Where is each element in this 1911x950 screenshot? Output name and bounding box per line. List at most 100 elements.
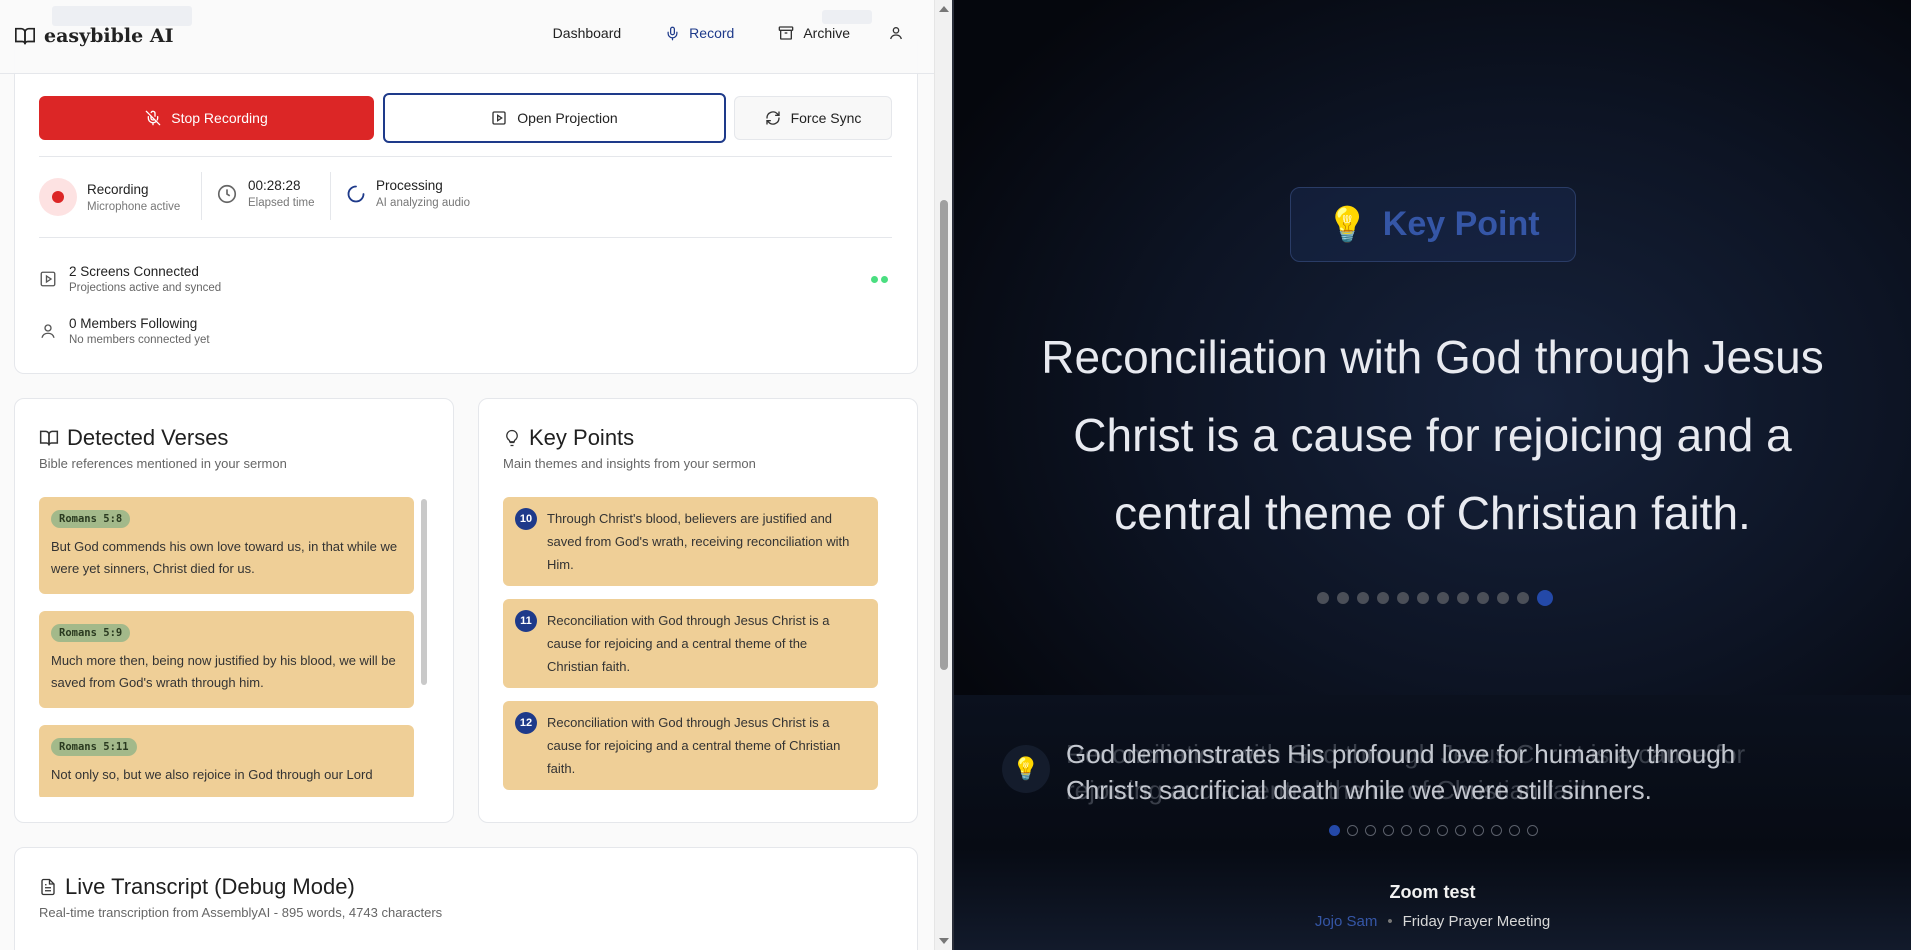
key-point-item[interactable]: 10 Through Christ's blood, believers are… bbox=[503, 497, 878, 586]
slide-dot[interactable] bbox=[1357, 592, 1369, 604]
force-sync-label: Force Sync bbox=[790, 110, 862, 126]
screens-connected-title: 2 Screens Connected bbox=[69, 264, 199, 279]
scroll-up-arrow-icon[interactable] bbox=[939, 6, 949, 12]
key-points-subtitle: Main themes and insights from your sermo… bbox=[503, 456, 756, 471]
live-transcript-subtitle: Real-time transcription from AssemblyAI … bbox=[39, 905, 443, 920]
key-points-heading: Key Points bbox=[503, 425, 634, 451]
projection-display: 💡 Key Point Reconciliation with God thro… bbox=[954, 0, 1911, 950]
slide-dot[interactable] bbox=[1437, 825, 1448, 836]
force-sync-button[interactable]: Force Sync bbox=[734, 96, 892, 140]
connection-status-dots bbox=[871, 276, 888, 283]
play-square-icon bbox=[492, 111, 506, 125]
slide-dot[interactable] bbox=[1383, 825, 1394, 836]
document-icon bbox=[41, 878, 55, 896]
open-projection-button[interactable]: Open Projection bbox=[383, 93, 726, 143]
slide-dot[interactable] bbox=[1473, 825, 1484, 836]
clock-icon bbox=[217, 184, 237, 203]
service-name: Friday Prayer Meeting bbox=[1402, 913, 1551, 930]
screen-play-icon bbox=[40, 271, 56, 287]
slide-dot[interactable] bbox=[1365, 825, 1376, 836]
service-meta: Jojo Sam • Friday Prayer Meeting bbox=[954, 913, 1911, 930]
brand-name: easybible AI bbox=[44, 25, 174, 47]
slide-dot[interactable] bbox=[1377, 592, 1389, 604]
slide-dot[interactable] bbox=[1477, 592, 1489, 604]
slide-dot[interactable] bbox=[1401, 825, 1412, 836]
refresh-icon bbox=[765, 111, 780, 125]
processing-status-title: Processing bbox=[376, 178, 443, 193]
recording-status: Recording Microphone active bbox=[39, 178, 180, 216]
lower-slide-indicator bbox=[1329, 825, 1538, 836]
live-transcript-title: Live Transcript (Debug Mode) bbox=[65, 874, 355, 899]
verse-item[interactable]: Romans 5:11 Not only so, but we also rej… bbox=[39, 725, 414, 797]
slide-dot[interactable] bbox=[1517, 592, 1529, 604]
key-point-number: 11 bbox=[515, 610, 537, 632]
slide-dot[interactable] bbox=[1437, 592, 1449, 604]
verse-item[interactable]: Romans 5:9 Much more then, being now jus… bbox=[39, 611, 414, 708]
slide-dot[interactable] bbox=[1491, 825, 1502, 836]
nav-dashboard-link[interactable]: Dashboard bbox=[553, 25, 622, 41]
nav-archive-link[interactable]: Archive bbox=[778, 25, 850, 41]
slide-dot[interactable] bbox=[1397, 592, 1409, 604]
slide-dot[interactable] bbox=[1527, 825, 1538, 836]
stop-recording-label: Stop Recording bbox=[171, 110, 268, 126]
verses-scrollbar[interactable] bbox=[421, 499, 427, 685]
scrollbar-thumb[interactable] bbox=[940, 200, 948, 670]
lightbulb-icon: 💡 bbox=[1326, 205, 1369, 244]
mic-icon bbox=[667, 26, 678, 40]
lightbulb-icon: 💡 bbox=[1002, 745, 1050, 793]
slide-dot[interactable] bbox=[1497, 592, 1509, 604]
nav-archive-label: Archive bbox=[803, 25, 850, 41]
mic-off-icon bbox=[145, 110, 161, 126]
main-slide-indicator bbox=[1317, 590, 1553, 606]
key-points-card: Key Points Main themes and insights from… bbox=[478, 398, 918, 823]
divider bbox=[39, 237, 892, 238]
timer-status: 00:28:28 Elapsed time bbox=[216, 178, 314, 209]
slide-dot[interactable] bbox=[1329, 825, 1340, 836]
slide-dot[interactable] bbox=[1337, 592, 1349, 604]
detected-verses-subtitle: Bible references mentioned in your sermo… bbox=[39, 456, 287, 471]
verse-text: Not only so, but we also rejoice in God … bbox=[51, 767, 373, 782]
key-point-item[interactable]: 11 Reconciliation with God through Jesus… bbox=[503, 599, 878, 688]
nav-links: Dashboard Record Archive bbox=[509, 25, 904, 41]
lower-third-band bbox=[954, 695, 1911, 950]
processing-status-sub: AI analyzing audio bbox=[376, 197, 470, 209]
open-projection-label: Open Projection bbox=[517, 110, 618, 126]
detected-verses-title: Detected Verses bbox=[67, 425, 229, 450]
members-following-sub: No members connected yet bbox=[69, 334, 210, 346]
screens-connected-sub: Projections active and synced bbox=[69, 282, 222, 294]
slide-dot[interactable] bbox=[1347, 825, 1358, 836]
key-point-text: Reconciliation with God through Jesus Ch… bbox=[547, 613, 830, 674]
key-point-item[interactable]: 12 Reconciliation with God through Jesus… bbox=[503, 701, 878, 790]
slide-dot[interactable] bbox=[1317, 592, 1329, 604]
live-transcript-heading: Live Transcript (Debug Mode) bbox=[39, 874, 355, 900]
verse-text: But God commends his own love toward us,… bbox=[51, 539, 398, 576]
scrolled-content-ghost bbox=[52, 6, 192, 26]
key-points-title: Key Points bbox=[529, 425, 635, 450]
slide-dot[interactable] bbox=[1417, 592, 1429, 604]
user-icon bbox=[890, 27, 902, 40]
top-navigation-bar: easybible AI Dashboard Record Archive bbox=[0, 0, 934, 74]
scroll-down-arrow-icon[interactable] bbox=[939, 938, 949, 944]
key-points-list[interactable]: 10 Through Christ's blood, believers are… bbox=[503, 497, 878, 797]
slide-dot[interactable] bbox=[1457, 592, 1469, 604]
verse-reference-badge: Romans 5:8 bbox=[51, 510, 131, 528]
key-point-number: 12 bbox=[515, 712, 537, 734]
nav-record-link[interactable]: Record bbox=[665, 25, 734, 41]
stop-recording-button[interactable]: Stop Recording bbox=[39, 96, 374, 140]
page-scrollbar[interactable] bbox=[934, 0, 952, 950]
brand-logo[interactable]: easybible AI bbox=[14, 25, 173, 47]
recording-status-sub: Microphone active bbox=[87, 200, 181, 213]
lightbulb-icon bbox=[506, 429, 518, 447]
preacher-name: Jojo Sam bbox=[1314, 913, 1378, 930]
verse-item[interactable]: Romans 5:8 But God commends his own love… bbox=[39, 497, 414, 594]
key-point-number: 10 bbox=[515, 508, 537, 530]
detected-verses-card: Detected Verses Bible references mention… bbox=[14, 398, 454, 823]
separator-dot: • bbox=[1387, 913, 1393, 930]
slide-dot[interactable] bbox=[1455, 825, 1466, 836]
verses-list[interactable]: Romans 5:8 But God commends his own love… bbox=[39, 497, 414, 797]
service-title: Zoom test bbox=[1389, 882, 1476, 902]
slide-dot[interactable] bbox=[1509, 825, 1520, 836]
user-menu-button[interactable] bbox=[888, 25, 904, 41]
slide-dot[interactable] bbox=[1537, 590, 1553, 606]
slide-dot[interactable] bbox=[1419, 825, 1430, 836]
